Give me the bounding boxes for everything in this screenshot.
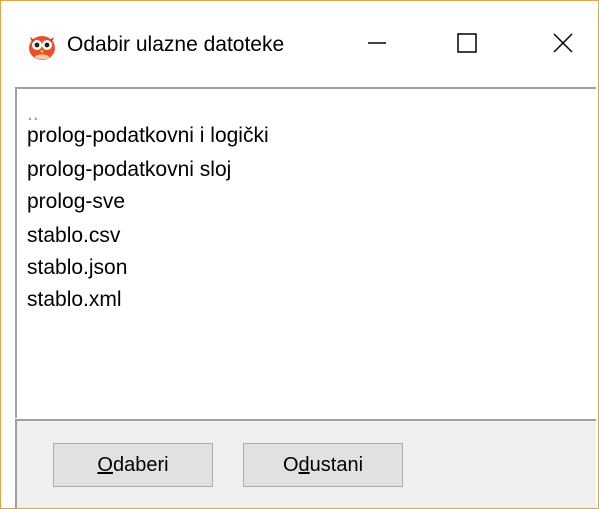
close-button[interactable] bbox=[528, 17, 598, 73]
dialog-window: Odabir ulazne datoteke .. prolog-podatko… bbox=[0, 0, 599, 509]
maximize-icon bbox=[456, 32, 478, 59]
title-bar[interactable]: Odabir ulazne datoteke bbox=[1, 1, 598, 87]
owl-app-icon bbox=[27, 31, 57, 61]
maximize-button[interactable] bbox=[432, 17, 502, 73]
minimize-icon bbox=[367, 33, 387, 58]
select-button-mnemonic: O bbox=[97, 453, 113, 476]
cancel-button-label-pre: O bbox=[282, 453, 299, 476]
select-button[interactable]: Odaberi bbox=[53, 443, 213, 487]
window-title: Odabir ulazne datoteke bbox=[67, 33, 285, 56]
cancel-button[interactable]: Od ustani bbox=[243, 443, 403, 487]
list-item[interactable]: stablo.xml bbox=[27, 287, 122, 313]
list-item[interactable]: prolog-sve bbox=[27, 189, 125, 215]
minimize-button[interactable] bbox=[342, 17, 412, 73]
list-item[interactable]: prolog-podatkovni i logički bbox=[27, 123, 269, 149]
file-listbox[interactable]: .. prolog-podatkovni i logički prolog-po… bbox=[15, 87, 596, 418]
list-item[interactable]: prolog-podatkovni sloj bbox=[27, 157, 231, 183]
list-item[interactable]: stablo.json bbox=[27, 255, 127, 281]
close-icon bbox=[552, 32, 574, 59]
button-bar: Odaberi Od ustani bbox=[15, 419, 596, 508]
select-button-label-rest: daberi bbox=[112, 453, 169, 476]
cancel-button-label-rest: ustani bbox=[309, 453, 364, 476]
cancel-button-mnemonic: d bbox=[298, 453, 310, 476]
list-item[interactable]: stablo.csv bbox=[27, 223, 120, 249]
